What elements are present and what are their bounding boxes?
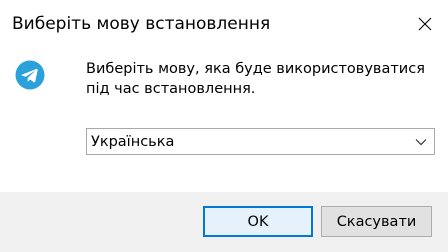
close-button[interactable] [402, 0, 448, 48]
prompt-text: Виберіть мову, яка буде використовуватис… [86, 61, 425, 97]
ok-button[interactable]: OK [203, 206, 313, 237]
title-bar: Виберіть мову встановлення [0, 0, 448, 48]
button-bar: OK Скасувати [0, 192, 448, 252]
chevron-down-icon[interactable] [408, 129, 434, 154]
language-select[interactable]: Українська [86, 128, 435, 155]
telegram-icon [15, 60, 45, 90]
cancel-button[interactable]: Скасувати [321, 206, 432, 237]
dialog-title: Виберіть мову встановлення [12, 14, 271, 34]
language-dialog: Виберіть мову встановлення Виберіть мову… [0, 0, 448, 252]
dialog-content: Виберіть мову, яка буде використовуватис… [0, 48, 448, 192]
language-select-value: Українська [91, 133, 175, 150]
close-icon [418, 17, 432, 31]
